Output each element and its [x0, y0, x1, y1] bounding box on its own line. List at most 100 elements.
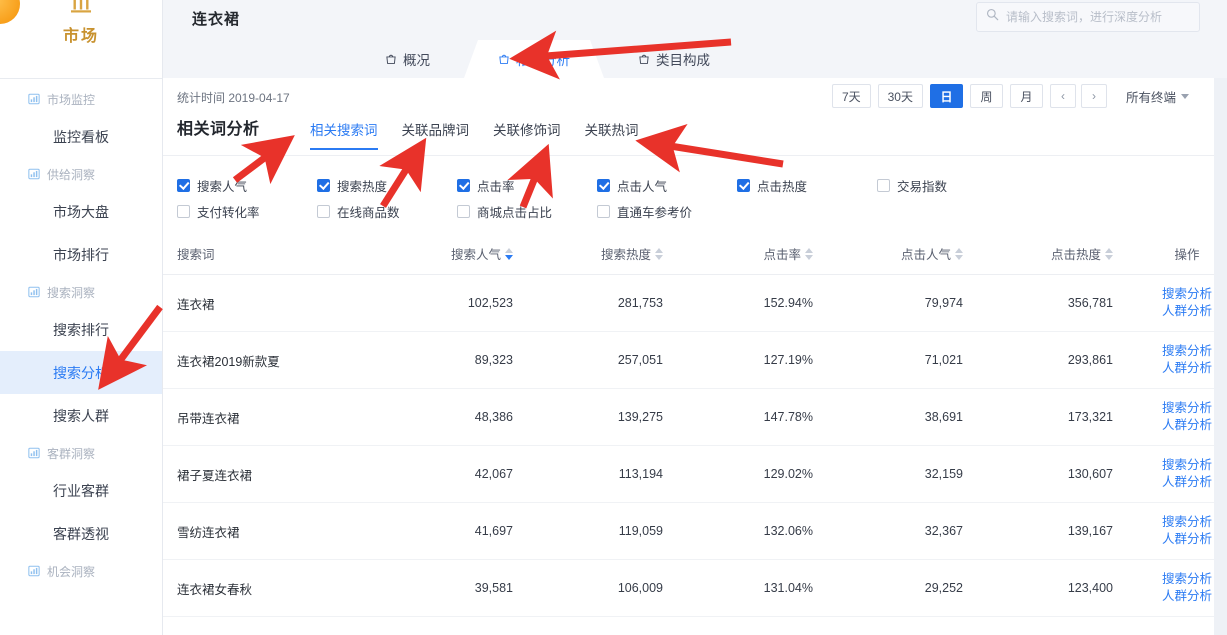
cell-search_popularity: 48,386 [381, 389, 531, 446]
action-link-0[interactable]: 搜索分析 [1131, 514, 1214, 531]
cell-click_popularity: 32,159 [831, 446, 981, 503]
action-link-0[interactable]: 搜索分析 [1131, 571, 1214, 588]
cell-click_heat: 139,167 [981, 503, 1131, 560]
action-link-1[interactable]: 人群分析 [1131, 531, 1214, 548]
range-button-周[interactable]: 周 [970, 84, 1003, 108]
range-button-日[interactable]: 日 [930, 84, 963, 108]
column-header-click_heat[interactable]: 点击热度 [981, 234, 1131, 275]
sort-icon-click_popularity[interactable] [955, 248, 963, 260]
metric-label: 搜索热度 [337, 176, 387, 195]
column-header-search_popularity[interactable]: 搜索人气 [381, 234, 531, 275]
sidebar-item-行业客群[interactable]: 行业客群 [0, 469, 162, 512]
metric-label: 点击热度 [757, 176, 807, 195]
action-link-0[interactable]: 搜索分析 [1131, 400, 1214, 417]
checkbox-box [317, 205, 330, 218]
action-link-0[interactable]: 搜索分析 [1131, 457, 1214, 474]
sidebar-group-1: 供给洞察 [0, 158, 162, 190]
sidebar-item-市场大盘[interactable]: 市场大盘 [0, 190, 162, 233]
action-link-1[interactable]: 人群分析 [1131, 417, 1214, 434]
cell-search_heat: 281,753 [531, 275, 681, 332]
sidebar-item-搜索分析[interactable]: 搜索分析 [0, 351, 162, 394]
sidebar-item-搜索人群[interactable]: 搜索人群 [0, 394, 162, 437]
tab-相关分析[interactable]: 相关分析 [464, 40, 604, 78]
metric-checkbox-点击热度[interactable]: 点击热度 [737, 176, 877, 195]
metric-checkbox-在线商品数[interactable]: 在线商品数 [317, 202, 457, 221]
table-head: 搜索词搜索人气搜索热度点击率点击人气点击热度操作 [163, 234, 1214, 275]
terminal-label: 所有终端 [1126, 87, 1176, 106]
sort-icon-search_popularity[interactable] [505, 248, 513, 260]
search-box[interactable] [976, 2, 1200, 32]
cell-click_heat: 173,321 [981, 389, 1131, 446]
column-header-click_rate[interactable]: 点击率 [681, 234, 831, 275]
metric-checkbox-商城点击占比[interactable]: 商城点击占比 [457, 202, 597, 221]
metric-checkbox-点击人气[interactable]: 点击人气 [597, 176, 737, 195]
cell-click_popularity: 71,021 [831, 332, 981, 389]
sidebar-item-客群透视[interactable]: 客群透视 [0, 512, 162, 555]
action-link-1[interactable]: 人群分析 [1131, 588, 1214, 605]
sort-icon-click_heat[interactable] [1105, 248, 1113, 260]
subtab-关联修饰词[interactable]: 关联修饰词 [493, 119, 561, 150]
tab-概况[interactable]: 概况 [351, 40, 464, 78]
sidebar-group-label: 客群洞察 [47, 445, 95, 462]
sidebar: 市场 市场监控监控看板供给洞察市场大盘市场排行搜索洞察搜索排行搜索分析搜索人群客… [0, 0, 163, 635]
cell-keyword: 吊带连衣裙 [163, 389, 381, 446]
cell-click_rate: 131.04% [681, 560, 831, 617]
sidebar-item-监控看板[interactable]: 监控看板 [0, 115, 162, 158]
column-header-keyword: 搜索词 [163, 234, 381, 275]
column-header-label: 点击人气 [901, 244, 951, 263]
tab-类目构成[interactable]: 类目构成 [604, 40, 744, 78]
prev-period-button[interactable]: ‹ [1050, 84, 1076, 108]
search-input[interactable] [1006, 10, 1190, 24]
checkbox-box [317, 179, 330, 192]
subtab-关联热词[interactable]: 关联热词 [585, 119, 639, 150]
terminal-select[interactable]: 所有终端 [1126, 87, 1189, 106]
bag-icon [498, 53, 510, 65]
sort-icon-click_rate[interactable] [805, 248, 813, 260]
metric-checkbox-交易指数[interactable]: 交易指数 [877, 176, 1017, 195]
cell-keyword: 雪纺连衣裙 [163, 503, 381, 560]
cell-click_heat: 130,607 [981, 446, 1131, 503]
app-logo-icon [0, 0, 20, 24]
action-link-1[interactable]: 人群分析 [1131, 360, 1214, 377]
sub-tabs: 相关搜索词关联品牌词关联修饰词关联热词 [310, 119, 639, 150]
column-header-click_popularity[interactable]: 点击人气 [831, 234, 981, 275]
report-icon [28, 565, 40, 577]
column-header-label: 搜索词 [177, 244, 215, 263]
metric-checkbox-点击率[interactable]: 点击率 [457, 176, 597, 195]
sidebar-item-市场排行[interactable]: 市场排行 [0, 233, 162, 276]
next-period-button[interactable]: › [1081, 84, 1107, 108]
cell-click_heat: 356,781 [981, 275, 1131, 332]
chevron-down-icon [1181, 94, 1189, 99]
cell-actions: 搜索分析人群分析 [1131, 275, 1214, 332]
metric-checkbox-支付转化率[interactable]: 支付转化率 [177, 202, 317, 221]
metric-checkbox-搜索人气[interactable]: 搜索人气 [177, 176, 317, 195]
cell-click_heat: 293,861 [981, 332, 1131, 389]
subtab-关联品牌词[interactable]: 关联品牌词 [402, 119, 470, 150]
cell-click_rate: 127.19% [681, 332, 831, 389]
sort-icon-search_heat[interactable] [655, 248, 663, 260]
range-button-月[interactable]: 月 [1010, 84, 1043, 108]
action-link-0[interactable]: 搜索分析 [1131, 286, 1214, 303]
action-link-0[interactable]: 搜索分析 [1131, 343, 1214, 360]
subtab-相关搜索词[interactable]: 相关搜索词 [310, 119, 378, 150]
sidebar-item-搜索排行[interactable]: 搜索排行 [0, 308, 162, 351]
metric-checkbox-搜索热度[interactable]: 搜索热度 [317, 176, 457, 195]
column-header-search_heat[interactable]: 搜索热度 [531, 234, 681, 275]
range-button-30天[interactable]: 30天 [878, 84, 923, 108]
cell-search_heat: 119,059 [531, 503, 681, 560]
cell-actions: 搜索分析人群分析 [1131, 560, 1214, 617]
cell-click_popularity: 32,367 [831, 503, 981, 560]
vertical-scrollbar[interactable] [1214, 78, 1227, 635]
metric-label: 点击人气 [617, 176, 667, 195]
checkbox-box [177, 179, 190, 192]
metric-checkbox-直通车参考价[interactable]: 直通车参考价 [597, 202, 737, 221]
column-header-label: 点击热度 [1051, 244, 1101, 263]
range-button-7天[interactable]: 7天 [832, 84, 871, 108]
action-link-1[interactable]: 人群分析 [1131, 474, 1214, 491]
action-link-1[interactable]: 人群分析 [1131, 303, 1214, 320]
report-icon [28, 447, 40, 459]
checkbox-box [737, 179, 750, 192]
toolbar-row: 统计时间 2019-04-17 7天30天日周月‹›所有终端 [163, 78, 1214, 111]
column-header-label: 点击率 [763, 244, 801, 263]
metric-label: 在线商品数 [337, 202, 400, 221]
